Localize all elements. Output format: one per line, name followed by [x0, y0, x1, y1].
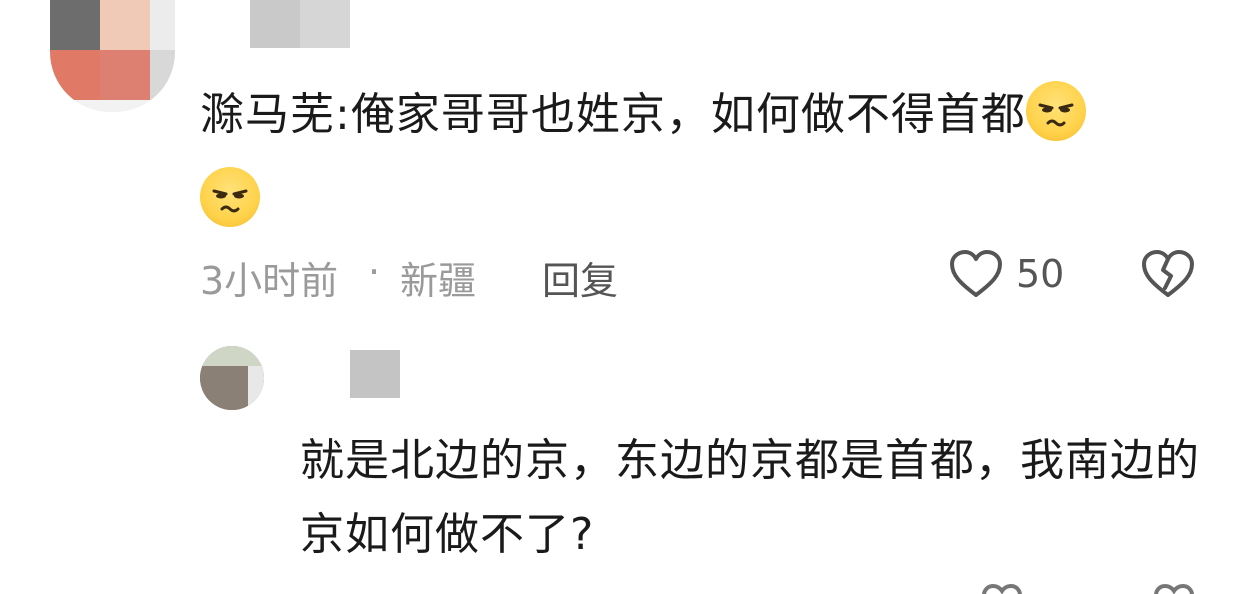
meta-separator: ·: [368, 250, 381, 294]
comment-location: 新疆: [400, 259, 477, 303]
comment-text: 滁马芜:俺家哥哥也姓京，如何做不得首都: [200, 89, 1026, 140]
smirk-emoji-icon: [200, 167, 260, 227]
reply-body: 就是北边的京，东边的京都是首都，我南边的京如何做不了?: [300, 424, 1220, 572]
comment-meta: 3小时前 · 新疆 回复 50: [200, 246, 1210, 305]
comment-thread: 滁马芜:俺家哥哥也姓京，如何做不得首都 3小时前 · 新疆 回复 50 就是北边…: [0, 0, 1260, 594]
reply-action-icons: [960, 580, 1220, 594]
heart-icon[interactable]: [948, 248, 1004, 309]
avatar[interactable]: [200, 346, 264, 410]
reply-text: 就是北边的京，东边的京都是首都，我南边的京如何做不了?: [300, 435, 1200, 560]
comment-time: 3小时前: [200, 259, 339, 303]
avatar[interactable]: [50, 0, 175, 112]
broken-heart-icon[interactable]: [1140, 248, 1196, 309]
smirk-emoji-icon: [1025, 81, 1086, 141]
comment-body: 滁马芜:俺家哥哥也姓京，如何做不得首都: [200, 72, 1200, 244]
like-count: 50: [1016, 252, 1065, 296]
username-redacted[interactable]: [350, 350, 400, 398]
reply-button[interactable]: 回复: [542, 250, 618, 305]
username-redacted[interactable]: [250, 0, 350, 48]
